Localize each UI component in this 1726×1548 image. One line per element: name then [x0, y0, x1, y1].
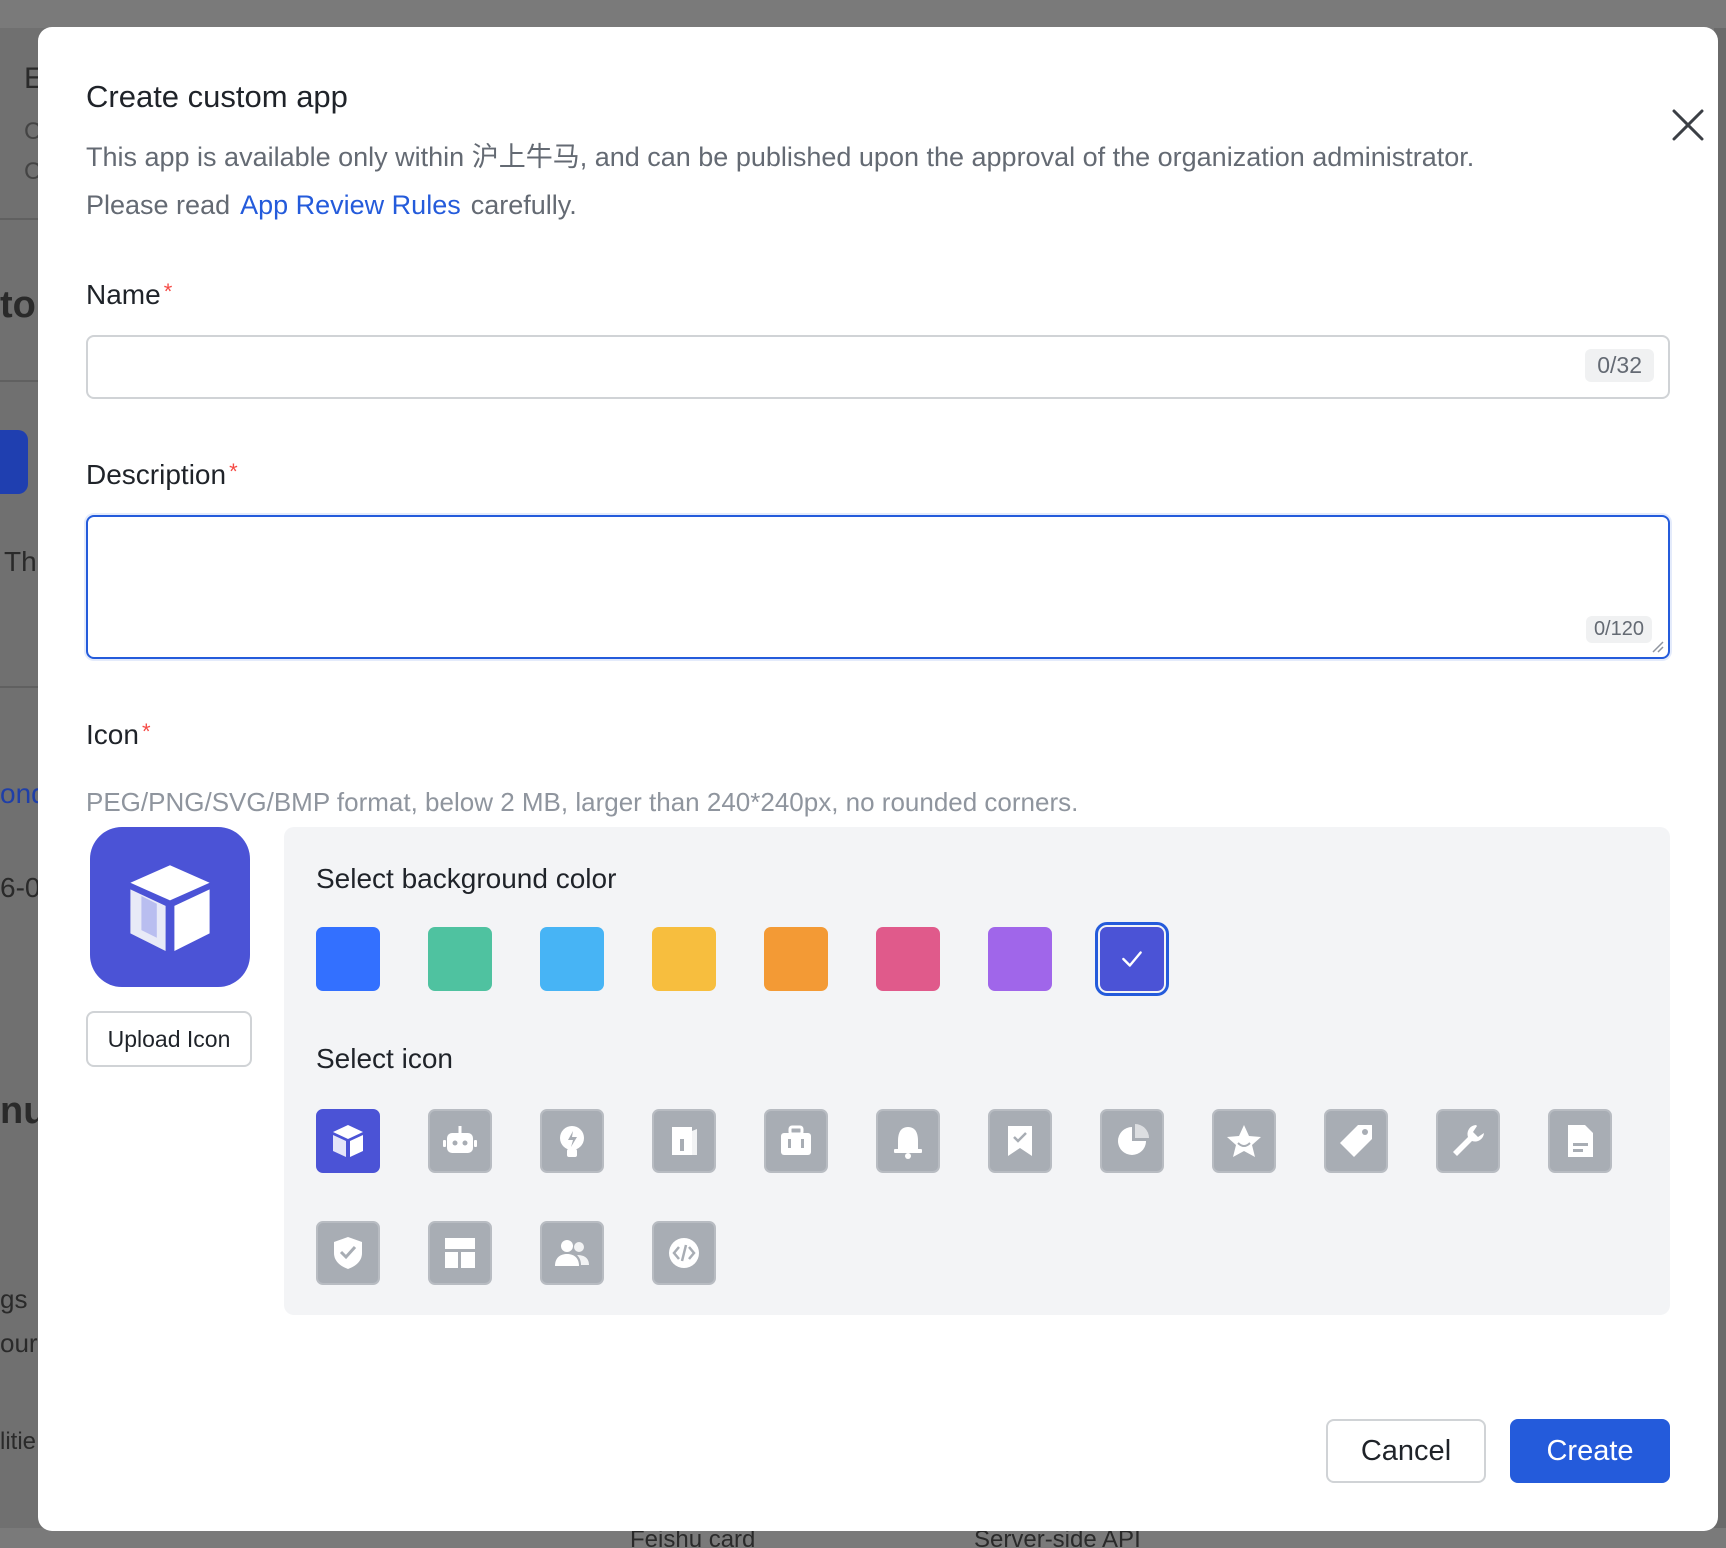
icon-option-lightbulb[interactable]: [540, 1109, 604, 1173]
color-swatch[interactable]: [540, 927, 604, 991]
icon-format-hint: PEG/PNG/SVG/BMP format, below 2 MB, larg…: [86, 787, 1079, 817]
lightbulb-icon: [560, 1126, 584, 1157]
icon-option-pie-chart[interactable]: [1100, 1109, 1164, 1173]
name-label-text: Name: [86, 279, 161, 310]
background-text: gs: [0, 1284, 28, 1314]
icon-option-shield-check[interactable]: [316, 1221, 380, 1285]
color-swatch[interactable]: [1095, 922, 1169, 996]
icon-option-bell[interactable]: [876, 1109, 940, 1173]
robot-icon: [443, 1126, 477, 1153]
color-swatch[interactable]: [988, 927, 1052, 991]
icon-picker-panel: Select background color Select icon: [284, 827, 1670, 1315]
briefcase-icon: [781, 1125, 811, 1155]
icon-option-briefcase[interactable]: [764, 1109, 828, 1173]
close-icon: [1672, 109, 1704, 141]
required-mark: *: [141, 719, 151, 744]
people-icon: [555, 1240, 589, 1266]
name-input[interactable]: [88, 337, 1528, 397]
description-prefix: Please read: [86, 190, 231, 220]
create-button[interactable]: Create: [1510, 1419, 1670, 1483]
background-text: 6-0: [0, 872, 41, 903]
background-divider: [0, 686, 40, 688]
description-label-text: Description: [86, 459, 227, 490]
description-line: This app is available only within 沪上牛马, …: [86, 142, 1475, 172]
name-label: Name *: [86, 279, 172, 311]
icon-label: Icon *: [86, 719, 151, 751]
background-button: [0, 430, 28, 494]
document-icon: [1568, 1125, 1593, 1157]
background-divider: [0, 218, 40, 220]
icon-option-wrench[interactable]: [1436, 1109, 1500, 1173]
bell-icon: [894, 1127, 922, 1159]
check-icon: [1122, 951, 1142, 967]
color-swatch[interactable]: [316, 927, 380, 991]
required-mark: *: [229, 459, 238, 484]
icon-option-code[interactable]: [652, 1221, 716, 1285]
description-input[interactable]: [88, 517, 1648, 647]
color-swatch[interactable]: [876, 927, 940, 991]
icon-option-robot[interactable]: [428, 1109, 492, 1173]
select-icon-title: Select icon: [316, 1043, 453, 1074]
icon-option-people[interactable]: [540, 1221, 604, 1285]
upload-icon-button[interactable]: Upload Icon: [86, 1011, 252, 1067]
icon-option-layout[interactable]: [428, 1221, 492, 1285]
description-line: Please read App Review Rules carefully.: [86, 181, 1646, 229]
icon-option-document[interactable]: [1548, 1109, 1612, 1173]
code-icon: [669, 1238, 699, 1268]
color-swatch[interactable]: [428, 927, 492, 991]
icon-option-bookmark-check[interactable]: [988, 1109, 1052, 1173]
icon-option-book[interactable]: [652, 1109, 716, 1173]
icon-preview: [90, 827, 250, 987]
dialog-description: This app is available only within 沪上牛马, …: [86, 133, 1646, 229]
star-icon: [1227, 1125, 1261, 1157]
color-swatch[interactable]: [652, 927, 716, 991]
box-icon: [333, 1125, 363, 1157]
color-swatch[interactable]: [764, 927, 828, 991]
shield-check-icon: [334, 1237, 362, 1269]
icon-option-star[interactable]: [1212, 1109, 1276, 1173]
description-field: 0/120: [86, 515, 1670, 659]
name-char-counter: 0/32: [1585, 349, 1654, 382]
wrench-icon: [1453, 1125, 1484, 1156]
select-background-color-title: Select background color: [316, 863, 617, 894]
name-field: 0/32: [86, 335, 1670, 399]
box-icon: [130, 865, 210, 951]
icon-label-text: Icon: [86, 719, 139, 750]
close-button[interactable]: [1668, 105, 1708, 145]
background-text: Th: [4, 546, 37, 577]
background-text: litie: [0, 1428, 37, 1455]
book-icon: [672, 1127, 697, 1155]
description-label: Description *: [86, 459, 238, 491]
pie-chart-icon: [1118, 1124, 1149, 1155]
icon-option-tag[interactable]: [1324, 1109, 1388, 1173]
dialog-title: Create custom app: [86, 79, 348, 114]
cancel-button[interactable]: Cancel: [1326, 1419, 1486, 1483]
tag-icon: [1340, 1125, 1372, 1157]
description-suffix: carefully.: [470, 190, 577, 220]
background-text: our: [0, 1328, 38, 1358]
bookmark-check-icon: [1008, 1126, 1032, 1156]
icon-option-box[interactable]: [316, 1109, 380, 1173]
app-review-rules-link[interactable]: App Review Rules: [240, 190, 461, 220]
required-mark: *: [163, 279, 173, 304]
background-divider: [0, 380, 40, 382]
description-char-counter: 0/120: [1585, 616, 1652, 643]
resize-grip-icon[interactable]: [1650, 639, 1664, 653]
layout-icon: [445, 1238, 475, 1268]
create-app-dialog: Create custom app This app is available …: [38, 27, 1718, 1531]
